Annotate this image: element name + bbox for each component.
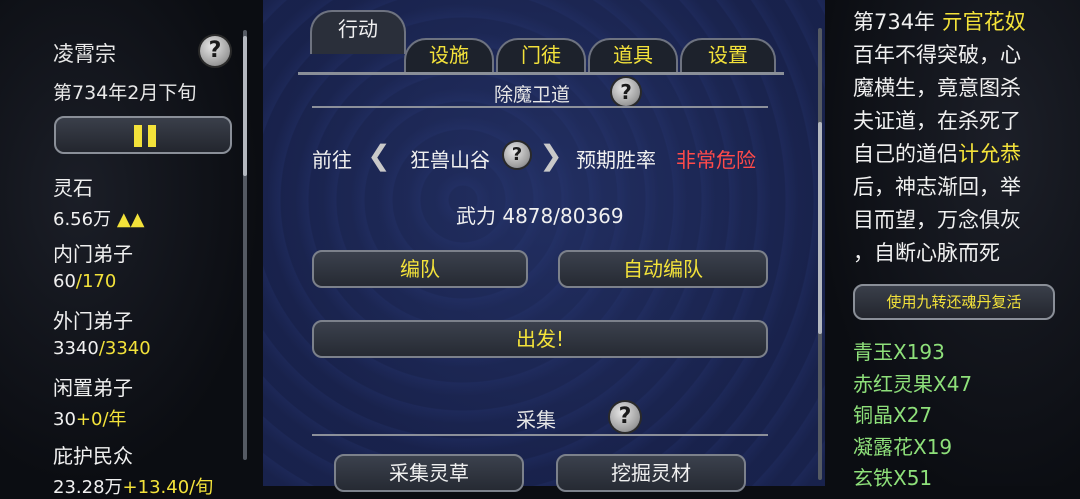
revive-button[interactable]: 使用九转还魂丹复活: [853, 284, 1055, 320]
game-date: 第734年2月下旬: [53, 82, 197, 104]
event-character-name: 亓官花奴: [941, 10, 1026, 34]
next-location-arrow-icon[interactable]: ❯: [538, 138, 564, 174]
pause-icon-bar-right: [148, 125, 156, 147]
stat-label: 内门弟子: [53, 242, 133, 266]
center-scrollbar-thumb[interactable]: [818, 122, 822, 334]
inventory-item: 赤红灵果X47: [853, 368, 972, 397]
event-text-line: 目而望，万念俱灰: [853, 208, 1021, 232]
depart-button[interactable]: 出发!: [312, 320, 768, 358]
event-text-line: 魔横生，竟意图杀: [853, 76, 1021, 100]
dig-materials-button[interactable]: 挖掘灵材: [556, 454, 746, 492]
gather-help-icon[interactable]: ?: [610, 402, 640, 432]
divider: [312, 106, 768, 108]
item-count: X27: [893, 403, 933, 427]
divider: [312, 434, 768, 436]
tab-action[interactable]: 行动: [310, 10, 406, 54]
stat-extra: +13.40/旬: [122, 477, 214, 498]
sect-help-icon[interactable]: ?: [200, 36, 230, 66]
stat-extra: /3340: [98, 338, 151, 359]
event-text-line: 夫证道，在杀死了: [853, 109, 1021, 133]
stat-value: 6.56万: [53, 209, 112, 230]
stat-value: 30: [53, 409, 76, 430]
tab-underline: [298, 72, 784, 75]
pause-button[interactable]: [54, 116, 232, 154]
item-name: 玄铁: [853, 466, 893, 490]
event-spouse-name: 计允恭: [958, 142, 1021, 166]
stat-outer-disciples: 外门弟子 3340/3340: [53, 305, 151, 359]
tab-items[interactable]: 道具: [588, 38, 678, 72]
stat-label: 外门弟子: [53, 309, 133, 333]
prev-location-arrow-icon[interactable]: ❮: [366, 138, 392, 174]
inventory-item: 铜晶X27: [853, 399, 932, 428]
formation-button[interactable]: 编队: [312, 250, 528, 288]
section-title-demon-slaying: 除魔卫道: [494, 84, 571, 106]
stat-inner-disciples: 内门弟子 60/170: [53, 238, 133, 292]
inventory-item: 玄铁X51: [853, 462, 932, 491]
section-title-gather: 采集: [516, 408, 556, 432]
tab-settings[interactable]: 设置: [680, 38, 776, 72]
inventory-item: 青玉X193: [853, 336, 945, 365]
location-help-icon[interactable]: ?: [504, 142, 530, 168]
item-name: 青玉: [853, 340, 893, 364]
goto-label: 前往: [312, 148, 352, 172]
item-count: X51: [893, 466, 933, 490]
force-readout: 武力 4878/80369: [456, 204, 624, 228]
inventory-item: 凝露花X19: [853, 431, 952, 460]
stat-extra: /170: [75, 271, 117, 292]
stat-label: 闲置弟子: [53, 376, 133, 400]
stat-spirit-stone: 灵石 6.56万 ▲▲: [53, 172, 145, 231]
left-scrollbar-thumb[interactable]: [243, 36, 247, 176]
event-text-segment: 自己的道侣: [853, 142, 958, 166]
item-count: X47: [933, 372, 973, 396]
item-count: X19: [913, 435, 953, 459]
item-name: 赤红灵果: [853, 372, 933, 396]
stat-value: 23.28万: [53, 477, 123, 498]
item-name: 凝露花: [853, 435, 913, 459]
event-text-line: ，自断心脉而死: [853, 241, 1000, 265]
stat-extra: +0/年: [75, 409, 127, 430]
gather-herbs-button[interactable]: 采集灵草: [334, 454, 524, 492]
event-text-line: 百年不得突破，心: [853, 43, 1021, 67]
location-name: 狂兽山谷: [410, 148, 490, 172]
win-rate-value: 非常危险: [676, 148, 756, 172]
event-text-line: 后，神志渐回，举: [853, 175, 1021, 199]
item-name: 铜晶: [853, 403, 893, 427]
stat-label: 庇护民众: [53, 444, 133, 468]
stat-value: 60: [53, 271, 76, 292]
auto-formation-button[interactable]: 自动编队: [558, 250, 768, 288]
tab-disciples[interactable]: 门徒: [496, 38, 586, 72]
tab-facilities[interactable]: 设施: [404, 38, 494, 72]
stat-label: 灵石: [53, 176, 93, 200]
pause-icon-bar-left: [134, 125, 142, 147]
event-log: 第734年 亓官花奴 百年不得突破，心 魔横生，竟意图杀 夫证道，在杀死了 自己…: [853, 6, 1048, 270]
up-arrows-icon: ▲▲: [116, 209, 145, 230]
stat-value: 3340: [53, 338, 99, 359]
item-count: X193: [893, 340, 945, 364]
stat-protected-people: 庇护民众 23.28万+13.40/旬: [53, 440, 213, 499]
event-year: 第734年: [853, 10, 942, 34]
stat-idle-disciples: 闲置弟子 30+0/年: [53, 372, 133, 431]
sect-name: 凌霄宗: [53, 42, 116, 66]
win-rate-label: 预期胜率: [576, 148, 656, 172]
demon-slaying-help-icon[interactable]: ?: [612, 78, 640, 106]
